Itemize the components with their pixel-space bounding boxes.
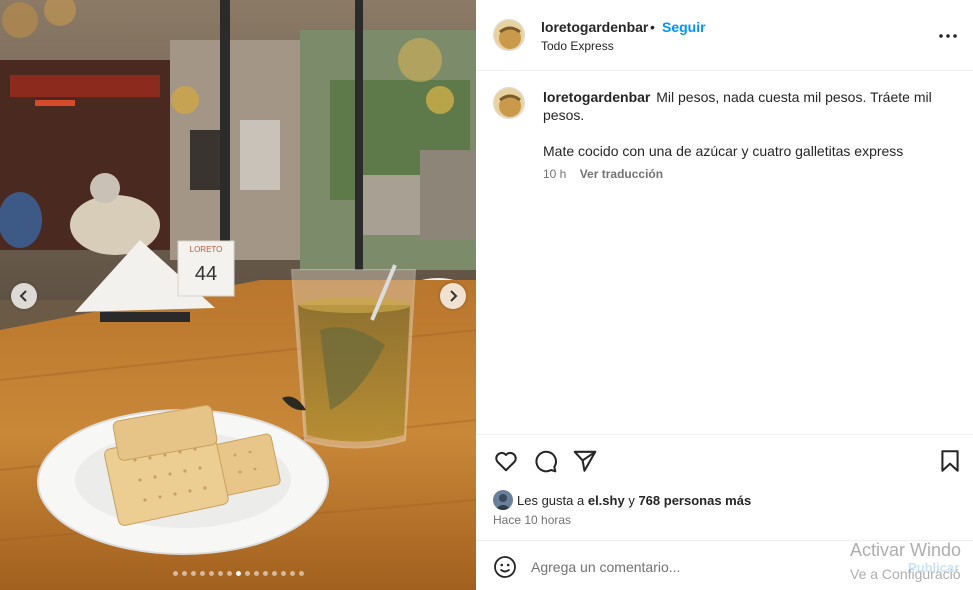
username-link[interactable]: loretogardenbar — [541, 19, 648, 35]
comment-icon — [532, 450, 558, 478]
carousel-dot — [181, 571, 187, 576]
likes-summary: Les gusta a el.shy y 768 personas más — [493, 490, 751, 510]
carousel-dot — [172, 571, 178, 576]
carousel-dot — [289, 571, 295, 576]
post-age: 10 h — [543, 167, 567, 181]
like-button[interactable] — [493, 448, 519, 474]
carousel-dot — [190, 571, 196, 576]
caption-meta: 10 h Ver traducción — [543, 167, 663, 181]
follow-button[interactable]: Seguir — [662, 19, 706, 35]
post-side-panel: loretogardenbar • Seguir Todo Express lo… — [476, 0, 973, 590]
carousel-dot — [226, 571, 232, 576]
post-photo[interactable]: LORETO 44 — [0, 0, 476, 590]
likes-connector: y — [628, 492, 635, 508]
post-caption: loretogardenbar Mil pesos, nada cuesta m… — [543, 88, 943, 124]
carousel-dot — [271, 571, 277, 576]
caption-text-2: Mate cocido con una de azúcar y cuatro g… — [543, 143, 904, 159]
carousel-dot — [244, 571, 250, 576]
emoji-button[interactable] — [493, 555, 517, 579]
comment-input[interactable] — [531, 556, 831, 578]
table-card-number: 44 — [195, 263, 217, 285]
more-options-button[interactable] — [936, 24, 960, 48]
carousel-dot — [280, 571, 286, 576]
carousel-dot — [199, 571, 205, 576]
likes-others-link[interactable]: 768 personas más — [638, 493, 751, 508]
avatar[interactable] — [493, 19, 525, 51]
carousel-dot — [253, 571, 259, 576]
save-button[interactable] — [937, 448, 963, 474]
divider — [476, 540, 973, 541]
publish-button[interactable]: Publicar — [908, 560, 959, 575]
bookmark-icon — [937, 450, 963, 478]
chevron-right-icon — [447, 290, 459, 302]
chevron-left-icon — [18, 290, 30, 302]
carousel-dot — [208, 571, 214, 576]
carousel-dot — [262, 571, 268, 576]
divider — [476, 434, 973, 435]
table-card-top: LORETO — [190, 245, 223, 254]
heart-icon — [493, 451, 519, 478]
carousel-next-button[interactable] — [440, 283, 466, 309]
likes-prefix: Les gusta a — [517, 492, 585, 508]
location-link[interactable]: Todo Express — [541, 39, 614, 53]
more-horizontal-icon — [936, 34, 960, 52]
posted-time: Hace 10 horas — [493, 513, 572, 527]
comment-button[interactable] — [532, 448, 558, 474]
separator-dot: • — [650, 19, 655, 35]
carousel-dot — [217, 571, 223, 576]
carousel-dot — [235, 571, 241, 576]
caption-avatar[interactable] — [493, 87, 525, 119]
send-icon — [572, 450, 598, 478]
liker-avatar[interactable] — [493, 490, 513, 510]
smiley-icon — [493, 556, 517, 583]
carousel-prev-button[interactable] — [11, 283, 37, 309]
post-header: loretogardenbar • Seguir Todo Express — [476, 0, 973, 71]
liker-username-link[interactable]: el.shy — [588, 493, 625, 508]
caption-username[interactable]: loretogardenbar — [543, 89, 650, 105]
see-translation-link[interactable]: Ver traducción — [580, 167, 663, 181]
post-photo-image: LORETO 44 — [0, 0, 476, 590]
carousel-indicator — [0, 571, 476, 576]
share-button[interactable] — [572, 448, 598, 474]
carousel-dot — [298, 571, 304, 576]
